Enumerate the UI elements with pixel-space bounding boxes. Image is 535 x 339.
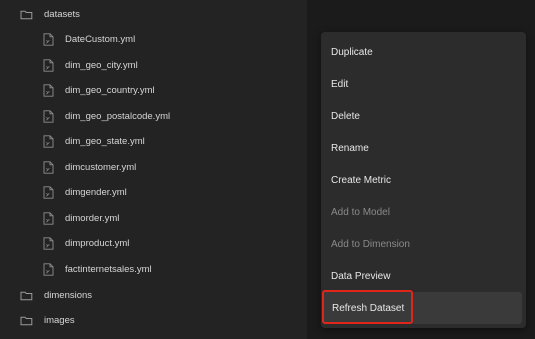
tree-file-item[interactable]: dim_geo_state.yml (0, 129, 307, 154)
tree-file-label: dimgender.yml (65, 187, 127, 198)
menu-item-add-to-model: Add to Model (321, 197, 526, 227)
yaml-file-icon (43, 237, 54, 250)
tree-folder-dimensions[interactable]: dimensions (0, 283, 307, 308)
tree-file-item[interactable]: dim_geo_city.yml (0, 53, 307, 78)
folder-icon (20, 10, 33, 20)
menu-item-label: Delete (331, 110, 360, 122)
tree-folder-label: images (44, 315, 75, 326)
tree-file-label: dim_geo_postalcode.yml (65, 110, 171, 122)
tree-folder-label: datasets (44, 9, 80, 20)
tree-file-label: factinternetsales.yml (65, 263, 152, 275)
tree-folder-images[interactable]: images (0, 308, 307, 333)
yaml-file-icon (43, 109, 54, 123)
menu-item-data-preview[interactable]: Data Preview (321, 261, 526, 291)
yaml-file-icon (43, 84, 54, 97)
menu-item-label: Data Preview (331, 270, 391, 282)
context-menu: Duplicate Edit Delete Rename Create Metr… (321, 32, 526, 328)
file-tree-panel: datasets DateCustom.yml dim_geo_city.yml… (0, 0, 307, 339)
tree-file-item[interactable]: dimcustomer.yml (0, 155, 307, 180)
menu-item-refresh-dataset[interactable]: Refresh Dataset (322, 292, 522, 324)
tree-file-label: dim_geo_state.yml (65, 136, 145, 147)
menu-item-label: Add to Dimension (331, 238, 410, 250)
menu-item-label: Add to Model (331, 206, 390, 218)
yaml-file-icon (43, 211, 54, 225)
tree-file-label: DateCustom.yml (65, 34, 136, 45)
tree-file-label: dim_geo_city.yml (65, 59, 138, 71)
yaml-file-icon (43, 33, 54, 46)
yaml-file-icon (43, 262, 54, 276)
menu-item-create-metric[interactable]: Create Metric (321, 165, 526, 195)
menu-item-add-to-dimension: Add to Dimension (321, 229, 526, 259)
tree-folder-label: dimensions (44, 290, 93, 301)
menu-item-label: Refresh Dataset (332, 302, 405, 314)
folder-icon (20, 291, 33, 301)
tree-file-label: dimproduct.yml (65, 238, 130, 249)
tree-file-label: dim_geo_country.yml (65, 85, 155, 96)
tree-file-item[interactable]: dimorder.yml (0, 206, 307, 231)
yaml-file-icon (43, 135, 54, 148)
tree-file-item[interactable]: factinternetsales.yml (0, 257, 307, 282)
tree-file-label: dimorder.yml (65, 212, 120, 224)
tree-file-item[interactable]: dimgender.yml (0, 180, 307, 205)
tree-file-item[interactable]: dim_geo_postalcode.yml (0, 104, 307, 129)
menu-item-label: Duplicate (331, 46, 373, 58)
folder-icon (20, 316, 33, 326)
tree-file-item[interactable]: DateCustom.yml (0, 27, 307, 52)
menu-item-edit[interactable]: Edit (321, 69, 526, 99)
menu-item-rename[interactable]: Rename (321, 133, 526, 163)
menu-item-label: Edit (331, 78, 349, 90)
yaml-file-icon (43, 160, 54, 174)
menu-item-delete[interactable]: Delete (321, 101, 526, 131)
menu-item-label: Rename (331, 142, 369, 154)
menu-item-label: Create Metric (331, 174, 392, 186)
tree-file-item[interactable]: dim_geo_country.yml (0, 78, 307, 103)
menu-item-duplicate[interactable]: Duplicate (321, 37, 526, 67)
tree-file-item[interactable]: dimproduct.yml (0, 231, 307, 256)
yaml-file-icon (43, 186, 54, 199)
tree-file-label: dimcustomer.yml (65, 161, 137, 173)
tree-folder-datasets[interactable]: datasets (0, 2, 307, 27)
yaml-file-icon (43, 58, 54, 72)
